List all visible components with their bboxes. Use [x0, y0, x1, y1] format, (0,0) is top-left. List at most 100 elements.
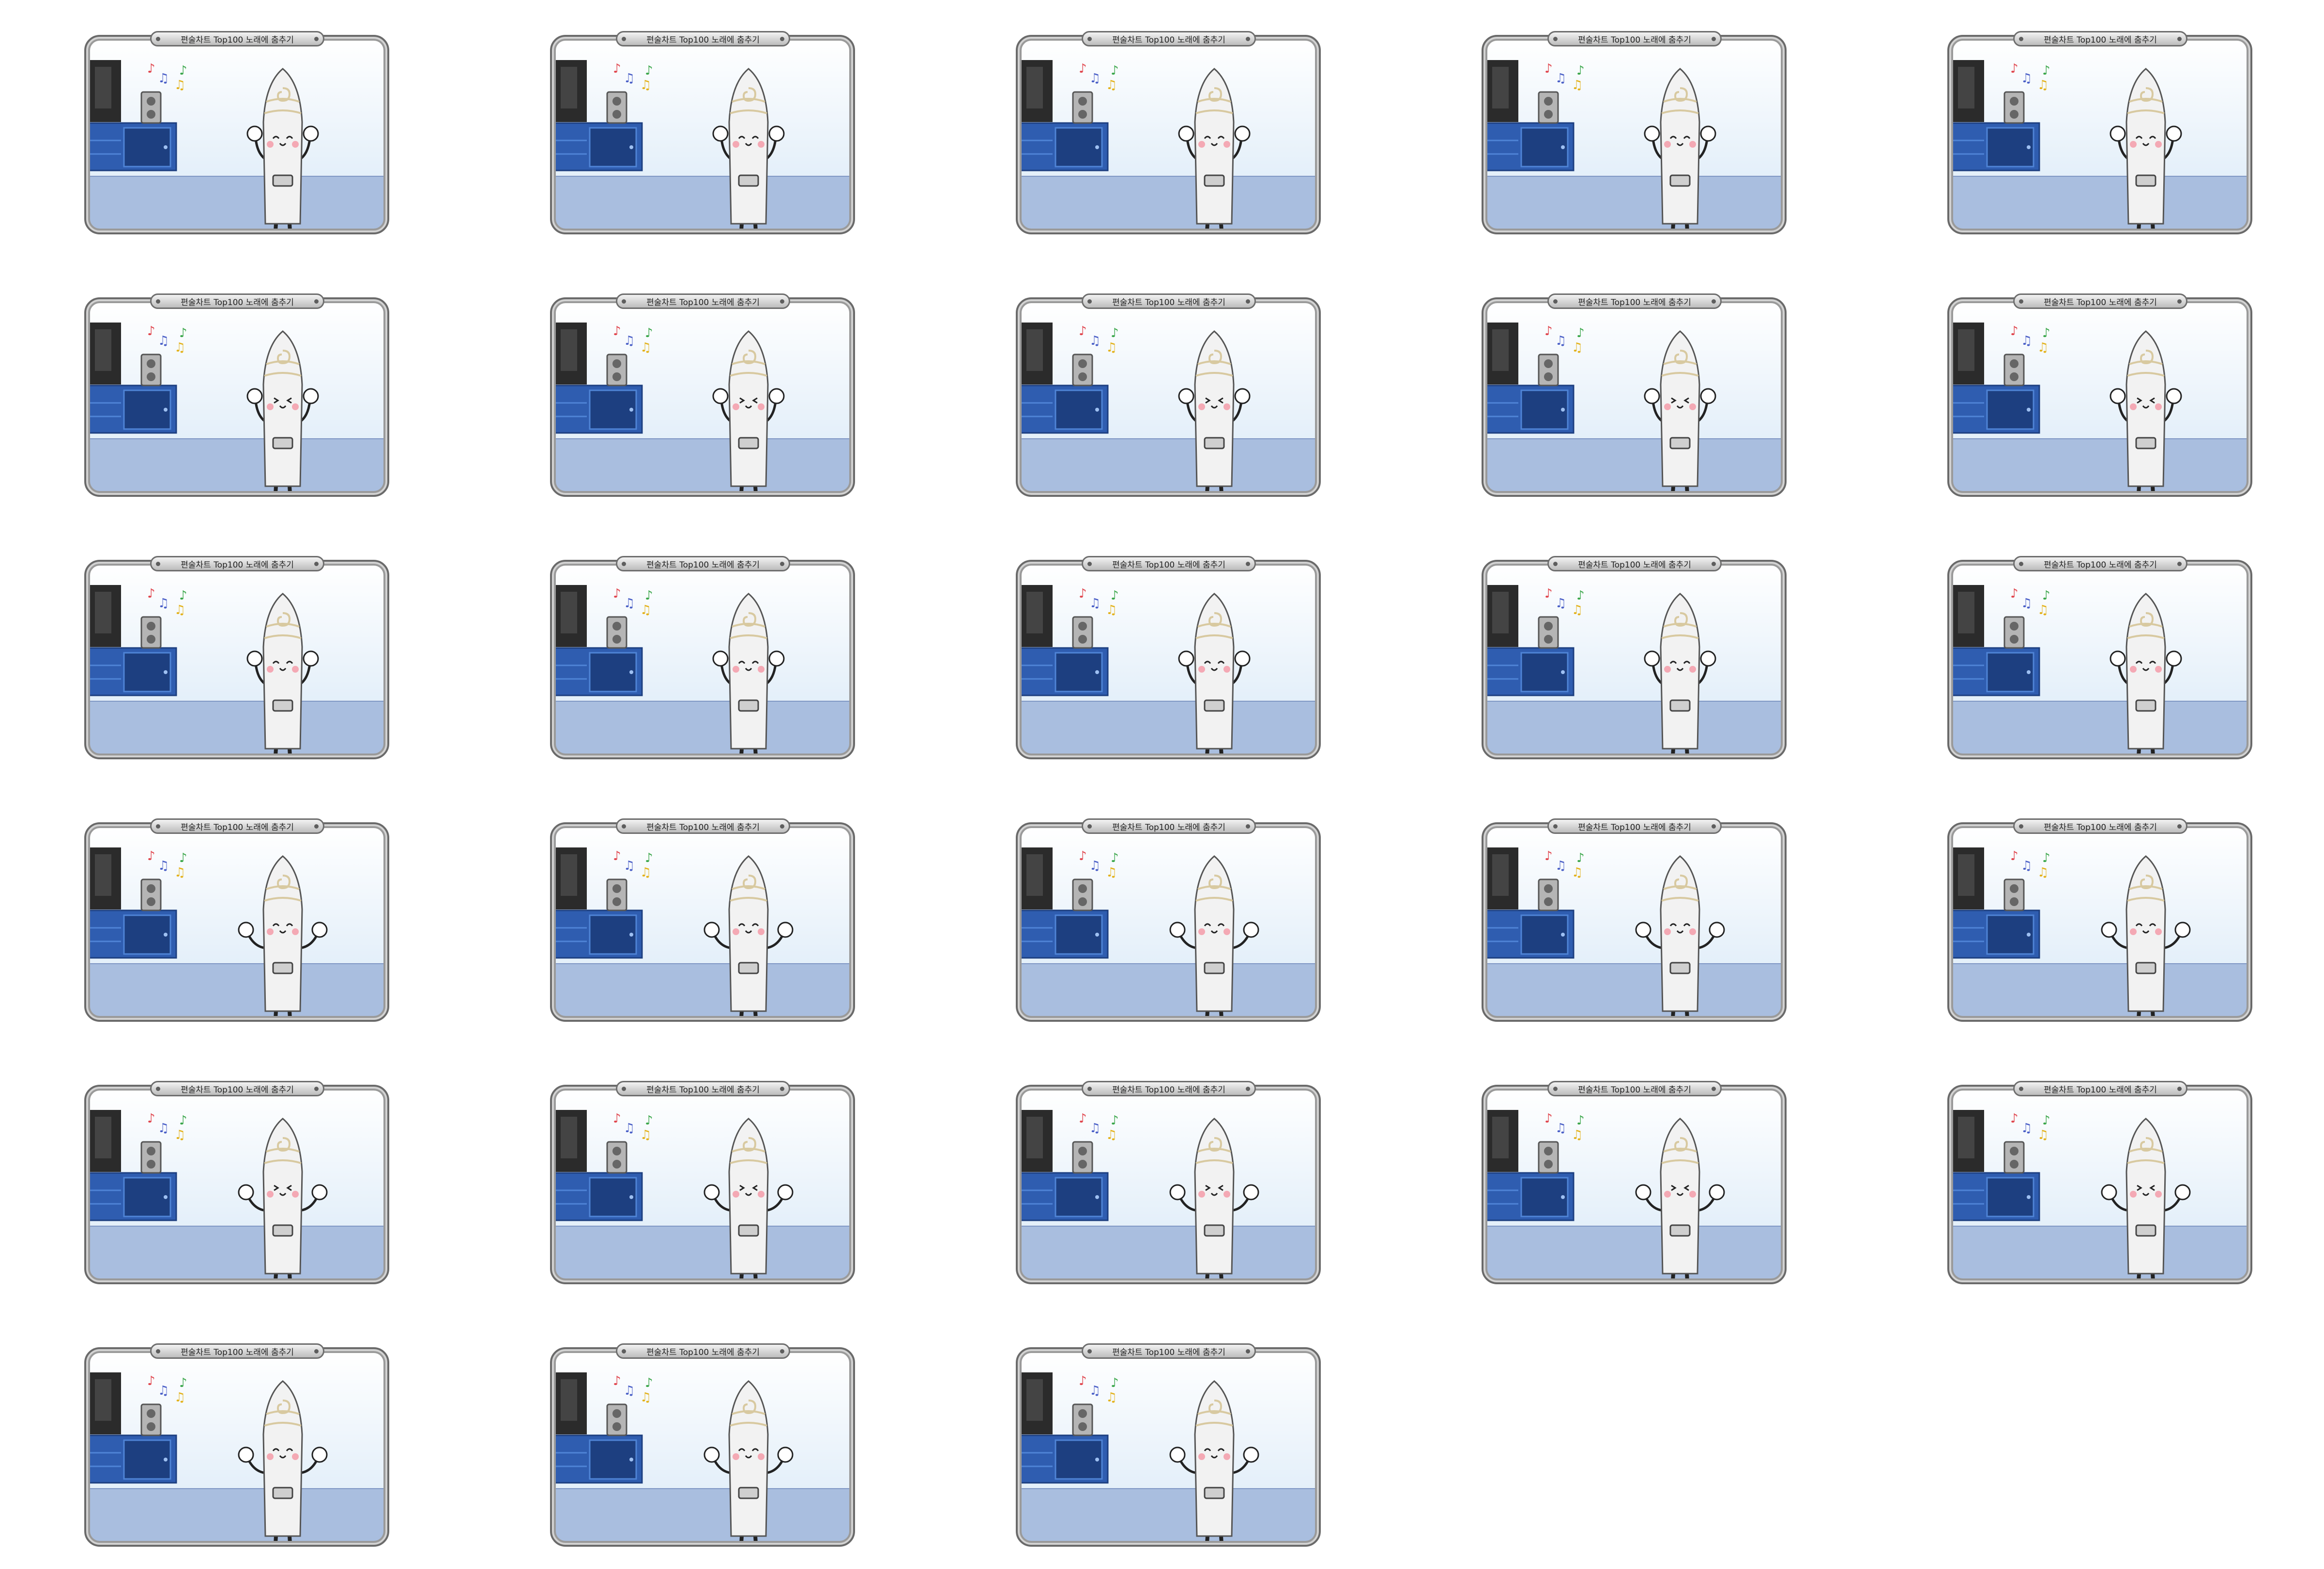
right-glove: [303, 650, 319, 667]
music-note-icon: ♪: [1111, 588, 1119, 603]
room-floor: [1486, 1226, 1782, 1279]
room-floor: [1021, 176, 1316, 230]
rivet-icon: [156, 562, 160, 566]
rivet-icon: [2177, 824, 2182, 829]
speaker-cone-bottom: [1544, 110, 1553, 119]
cabinet-knob: [1561, 408, 1565, 412]
frame-title-banner: 편술차트 Top100 노래에 춤추기: [1547, 818, 1722, 834]
right-cheek: [2155, 1191, 2162, 1198]
chest-panel: [738, 1224, 759, 1237]
chest-panel: [1204, 962, 1225, 974]
character-shadow: [2108, 238, 2184, 250]
music-note-icon: ♫: [624, 596, 635, 611]
character-shadow: [2108, 1288, 2184, 1300]
frame-title-text: 편술차트 Top100 노래에 춤추기: [181, 822, 294, 832]
right-cheek: [2155, 928, 2162, 935]
speaker-cone-bottom: [2010, 372, 2018, 381]
animation-frame: ♪ ♫ ♪ ♫ 편술차트 Top100 노래에 춤추기: [550, 1081, 855, 1284]
right-glove: [777, 922, 794, 938]
room-floor: [1021, 1489, 1316, 1542]
cabinet-door: [1986, 914, 2034, 955]
animation-frame: ♪ ♫ ♪ ♫ 편술차트 Top100 노래에 춤추기: [550, 1343, 855, 1547]
music-note-icon: ♪: [645, 63, 653, 78]
rivet-icon: [314, 299, 319, 304]
left-glove: [1169, 1184, 1186, 1200]
frame-title-banner: 편술차트 Top100 노래에 춤추기: [2013, 1081, 2187, 1096]
music-note-icon: ♫: [1089, 1384, 1101, 1398]
rivet-icon: [2177, 299, 2182, 304]
frame-title-text: 편술차트 Top100 노래에 춤추기: [181, 35, 294, 45]
speaker-cone-top: [1078, 97, 1087, 106]
rivet-icon: [1553, 562, 1558, 566]
speaker-cone-top: [1544, 622, 1553, 631]
character-shadow: [711, 1551, 786, 1562]
rivet-icon: [314, 37, 319, 41]
music-note-icon: ♫: [640, 340, 651, 355]
cabinet-knob: [2027, 408, 2031, 412]
music-note-icon: ♪: [1079, 1374, 1087, 1388]
left-shoe: [1194, 761, 1211, 769]
animation-frame: ♪ ♫ ♪ ♫ 편술차트 Top100 노래에 춤추기: [550, 556, 855, 759]
left-cheek: [733, 1453, 739, 1460]
left-glove: [703, 1446, 720, 1463]
music-note-icon: ♫: [158, 859, 169, 873]
right-cheek: [292, 1453, 299, 1460]
speaker-cone-top: [2010, 884, 2018, 893]
left-glove: [1635, 922, 1651, 938]
cabinet-knob: [164, 670, 168, 674]
frame-title-text: 편술차트 Top100 노래에 춤추기: [2044, 35, 2157, 45]
room-floor: [1021, 964, 1316, 1017]
frame-title-banner: 편술차트 Top100 노래에 춤추기: [1082, 1343, 1256, 1359]
animation-frame: ♪ ♫ ♪ ♫ 편술차트 Top100 노래에 춤추기: [1947, 556, 2252, 759]
right-shoe: [751, 1549, 769, 1556]
cabinet-knob: [164, 145, 168, 149]
left-cheek: [1198, 666, 1205, 673]
cabinet-knob: [629, 408, 633, 412]
room-floor: [555, 176, 850, 230]
dance-scene: ♪♫♪♫: [1482, 297, 1787, 497]
music-note-icon: ♪: [2042, 63, 2050, 78]
animation-frame: ♪ ♫ ♪ ♫ 편술차트 Top100 노래에 춤추기: [550, 818, 855, 1022]
chest-panel: [738, 437, 759, 449]
tv-screen: [95, 329, 111, 371]
right-cheek: [758, 666, 764, 673]
music-note-icon: ♪: [645, 851, 653, 865]
cabinet-knob: [1095, 1195, 1099, 1199]
rivet-icon: [1246, 562, 1250, 566]
left-shoe: [2125, 1024, 2143, 1031]
room-floor: [89, 1489, 384, 1542]
tv-screen: [1958, 329, 1974, 371]
frame-title-banner: 편술차트 Top100 노래에 춤추기: [1547, 31, 1722, 46]
left-glove: [238, 1446, 254, 1463]
frame-title-banner: 편술차트 Top100 노래에 춤추기: [150, 31, 324, 46]
frame-title-text: 편술차트 Top100 노래에 춤추기: [646, 1347, 760, 1357]
chest-panel: [1204, 1224, 1225, 1237]
speaker-cone-top: [147, 1409, 155, 1418]
frame-title-banner: 편술차트 Top100 노래에 춤추기: [616, 556, 790, 571]
speaker-cone-bottom: [147, 635, 155, 644]
left-cheek: [1198, 141, 1205, 148]
music-note-icon: ♫: [2037, 78, 2049, 92]
left-shoe: [1660, 499, 1677, 507]
character-shadow: [711, 1288, 786, 1300]
speaker-cone-bottom: [1078, 897, 1087, 906]
music-note-icon: ♪: [1079, 62, 1087, 76]
left-glove: [2101, 1184, 2117, 1200]
tv-screen: [561, 67, 577, 108]
right-shoe: [1217, 1286, 1235, 1294]
music-note-icon: ♪: [147, 1374, 155, 1388]
rivet-icon: [780, 1087, 784, 1091]
left-glove: [712, 125, 729, 142]
cabinet-door: [1055, 652, 1103, 692]
tv-screen: [1958, 67, 1974, 108]
right-cheek: [292, 1191, 299, 1198]
character-shadow: [245, 238, 321, 250]
animation-frame: ♪ ♫ ♪ ♫ 편술차트 Top100 노래에 춤추기: [1947, 818, 2252, 1022]
left-cheek: [267, 928, 274, 935]
cabinet-door: [1520, 652, 1569, 692]
music-note-icon: ♪: [147, 849, 155, 863]
room-floor: [555, 1226, 850, 1279]
music-note-icon: ♫: [2037, 865, 2049, 880]
frame-title-banner: 편술차트 Top100 노래에 춤추기: [616, 1343, 790, 1359]
rivet-icon: [622, 562, 626, 566]
